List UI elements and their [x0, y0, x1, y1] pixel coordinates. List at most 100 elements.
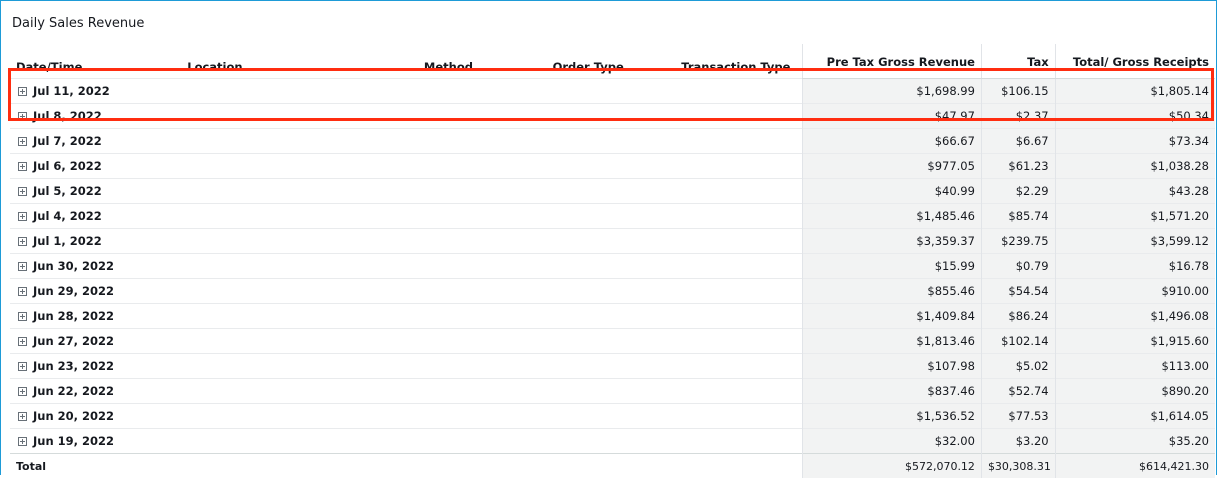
plus-square-icon[interactable]	[18, 137, 27, 146]
row-date-cell[interactable]: Jul 11, 2022	[10, 79, 181, 104]
plus-square-icon[interactable]	[18, 337, 27, 346]
row-transaction-type-cell	[675, 279, 803, 304]
row-date-cell[interactable]: Jun 23, 2022	[10, 354, 181, 379]
row-date-cell[interactable]: Jun 27, 2022	[10, 329, 181, 354]
total-tax: $30,308.31	[981, 454, 1055, 478]
column-header-tax[interactable]: Tax	[981, 44, 1055, 79]
row-date-label: Jul 4, 2022	[33, 209, 102, 223]
row-transaction-type-cell	[675, 129, 803, 154]
row-location-cell	[181, 404, 418, 429]
row-location-cell	[181, 354, 418, 379]
plus-square-icon[interactable]	[18, 237, 27, 246]
column-header-total[interactable]: Total/ Gross Receipts	[1055, 44, 1215, 79]
total-label: Total	[10, 454, 181, 478]
row-transaction-type-cell	[675, 329, 803, 354]
row-tax-cell: $5.02	[981, 354, 1055, 379]
row-total-cell: $43.28	[1055, 179, 1215, 204]
row-method-cell	[418, 229, 547, 254]
plus-square-icon[interactable]	[18, 212, 27, 221]
table-row: Jul 5, 2022$40.99$2.29$43.28	[10, 179, 1215, 204]
plus-square-icon[interactable]	[18, 387, 27, 396]
plus-square-icon[interactable]	[18, 362, 27, 371]
row-method-cell	[418, 104, 547, 129]
row-total-cell: $1,915.60	[1055, 329, 1215, 354]
row-location-cell	[181, 254, 418, 279]
row-tax-cell: $52.74	[981, 379, 1055, 404]
row-tax-cell: $3.20	[981, 429, 1055, 454]
table-row: Jun 30, 2022$15.99$0.79$16.78	[10, 254, 1215, 279]
row-total-cell: $50.34	[1055, 104, 1215, 129]
row-transaction-type-cell	[675, 354, 803, 379]
row-date-label: Jul 5, 2022	[33, 184, 102, 198]
row-transaction-type-cell	[675, 254, 803, 279]
row-date-label: Jun 30, 2022	[33, 259, 114, 273]
row-date-label: Jun 19, 2022	[33, 434, 114, 448]
row-date-label: Jul 11, 2022	[33, 84, 110, 98]
row-date-cell[interactable]: Jul 8, 2022	[10, 104, 181, 129]
row-date-cell[interactable]: Jul 4, 2022	[10, 204, 181, 229]
row-pre-tax-cell: $837.46	[803, 379, 982, 404]
row-date-cell[interactable]: Jul 5, 2022	[10, 179, 181, 204]
row-location-cell	[181, 304, 418, 329]
row-order-type-cell	[547, 229, 676, 254]
row-date-cell[interactable]: Jun 28, 2022	[10, 304, 181, 329]
row-total-cell: $1,038.28	[1055, 154, 1215, 179]
row-location-cell	[181, 329, 418, 354]
row-date-cell[interactable]: Jun 19, 2022	[10, 429, 181, 454]
total-empty-cell	[547, 454, 676, 478]
table-row: Jul 8, 2022 $47.97$2.37$50.34	[10, 104, 1215, 129]
table-row: Jun 29, 2022$855.46$54.54$910.00	[10, 279, 1215, 304]
row-date-cell[interactable]: Jul 1, 2022	[10, 229, 181, 254]
row-location-cell	[181, 229, 418, 254]
total-gross: $614,421.30	[1055, 454, 1215, 478]
row-date-cell[interactable]: Jun 30, 2022	[10, 254, 181, 279]
row-pre-tax-cell: $40.99	[803, 179, 982, 204]
plus-square-icon[interactable]	[18, 87, 27, 96]
column-header-order-type[interactable]: Order Type	[547, 44, 676, 79]
row-pre-tax-cell: $15.99	[803, 254, 982, 279]
row-total-cell: $3,599.12	[1055, 229, 1215, 254]
row-method-cell	[418, 179, 547, 204]
plus-square-icon[interactable]	[18, 187, 27, 196]
row-total-cell: $1,496.08	[1055, 304, 1215, 329]
row-date-label: Jun 29, 2022	[33, 284, 114, 298]
column-header-transaction-type[interactable]: Transaction Type	[675, 44, 803, 79]
row-date-cell[interactable]: Jun 20, 2022	[10, 404, 181, 429]
column-header-pre-tax[interactable]: Pre Tax Gross Revenue	[803, 44, 982, 79]
row-order-type-cell	[547, 254, 676, 279]
plus-square-icon[interactable]	[18, 287, 27, 296]
plus-square-icon[interactable]	[18, 112, 27, 121]
row-order-type-cell	[547, 304, 676, 329]
plus-square-icon[interactable]	[18, 162, 27, 171]
plus-square-icon[interactable]	[18, 262, 27, 271]
row-pre-tax-cell: $32.00	[803, 429, 982, 454]
row-order-type-cell	[547, 429, 676, 454]
row-date-cell[interactable]: Jul 7, 2022	[10, 129, 181, 154]
column-header-location[interactable]: Location	[181, 44, 418, 79]
row-tax-cell: $2.37	[981, 104, 1055, 129]
column-header-date[interactable]: Date/Time	[10, 44, 181, 79]
table-row: Jul 7, 2022$66.67$6.67$73.34	[10, 129, 1215, 154]
row-date-cell[interactable]: Jun 22, 2022	[10, 379, 181, 404]
row-method-cell	[418, 404, 547, 429]
row-pre-tax-cell: $47.97	[803, 104, 982, 129]
row-location-cell	[181, 279, 418, 304]
row-pre-tax-cell: $1,813.46	[803, 329, 982, 354]
table-row: Jun 28, 2022$1,409.84$86.24$1,496.08	[10, 304, 1215, 329]
total-pre-tax: $572,070.12	[803, 454, 982, 478]
row-method-cell	[418, 204, 547, 229]
row-method-cell	[418, 79, 547, 104]
plus-square-icon[interactable]	[18, 437, 27, 446]
row-date-cell[interactable]: Jul 6, 2022	[10, 154, 181, 179]
table-row: Jun 20, 2022$1,536.52$77.53$1,614.05	[10, 404, 1215, 429]
plus-square-icon[interactable]	[18, 412, 27, 421]
plus-square-icon[interactable]	[18, 312, 27, 321]
row-total-cell: $890.20	[1055, 379, 1215, 404]
column-header-method[interactable]: Method	[418, 44, 547, 79]
header-row: Date/Time Location Method Order Type Tra…	[10, 44, 1215, 79]
row-order-type-cell	[547, 129, 676, 154]
row-transaction-type-cell	[675, 204, 803, 229]
row-date-label: Jun 20, 2022	[33, 409, 114, 423]
row-date-cell[interactable]: Jun 29, 2022	[10, 279, 181, 304]
row-tax-cell: $0.79	[981, 254, 1055, 279]
